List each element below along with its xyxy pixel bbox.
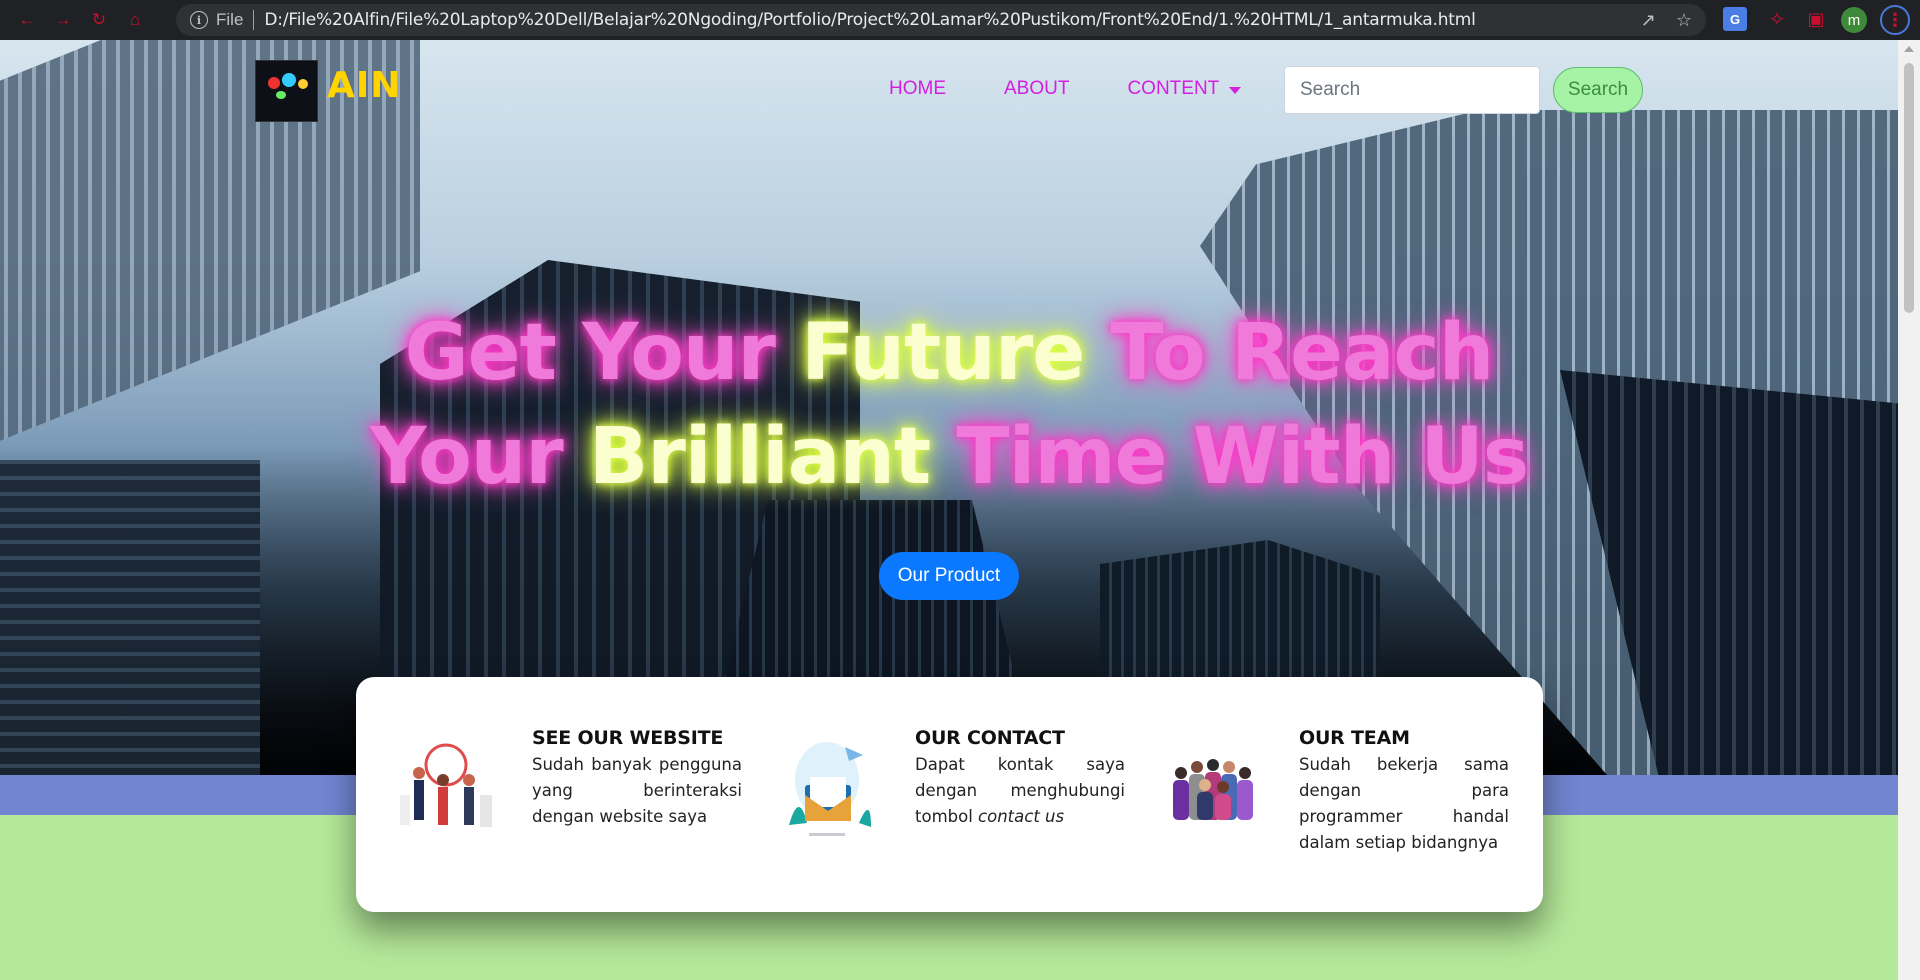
feature-title: OUR CONTACT: [915, 727, 1065, 749]
site-logo[interactable]: [255, 60, 318, 122]
hero-section: AIN HOME ABOUT CONTENT Search Get Your F…: [0, 40, 1898, 775]
feature-description: Dapat kontak saya dengan menghubungi tom…: [915, 752, 1125, 830]
nav-about-label: ABOUT: [1004, 78, 1070, 99]
feature-text: OUR TEAM Sudah bekerja sama dengan para …: [1299, 727, 1509, 856]
search-input[interactable]: [1284, 66, 1540, 114]
info-icon[interactable]: i: [190, 11, 208, 29]
brand-name[interactable]: AIN: [327, 65, 401, 106]
url-text[interactable]: D:/File%20Alfin/File%20Laptop%20Dell/Bel…: [264, 10, 1475, 30]
address-bar[interactable]: i File D:/File%20Alfin/File%20Laptop%20D…: [176, 4, 1706, 36]
file-scheme-label: File: [216, 10, 244, 29]
nav-content-label: CONTENT: [1127, 78, 1220, 99]
feature-description: Sudah banyak pengguna yang berinteraksi …: [532, 755, 742, 826]
hero-headline-line1: Get Your Future To Reach: [0, 308, 1898, 398]
logo-graphic: [268, 77, 280, 89]
envelope-illustration-icon: [789, 742, 871, 836]
feature-text: SEE OUR WEBSITE Sudah banyak pengguna ya…: [532, 727, 742, 830]
browser-toolbar: ← → ↻ ⌂ i File D:/File%20Alfin/File%20La…: [0, 0, 1920, 40]
address-bar-actions: ↗ ☆: [1641, 10, 1692, 31]
team-illustration-icon: [1173, 759, 1253, 820]
back-arrow-icon[interactable]: ←: [14, 7, 40, 33]
nav-about-link[interactable]: ABOUT: [1004, 78, 1069, 100]
browser-menu-icon[interactable]: ⋮: [1880, 5, 1910, 35]
forward-arrow-icon[interactable]: →: [50, 7, 76, 33]
caret-down-icon: [1229, 86, 1242, 94]
headline-segment: Get Your: [404, 308, 776, 398]
headline-segment: To Reach: [1110, 308, 1494, 398]
feature-title: OUR TEAM: [1299, 727, 1410, 749]
site-navbar: AIN HOME ABOUT CONTENT Search: [0, 40, 1898, 140]
nav-home-link[interactable]: HOME: [889, 78, 946, 100]
browser-nav-buttons: ← → ↻ ⌂: [0, 7, 170, 33]
contact-us-link[interactable]: contact us: [978, 807, 1064, 826]
search-button[interactable]: Search: [1553, 67, 1643, 113]
scrollbar-thumb[interactable]: [1904, 63, 1914, 313]
address-separator: [253, 10, 255, 30]
headline-segment: Future: [801, 308, 1085, 398]
headline-segment: Brilliant: [588, 412, 931, 502]
nav-home-label: HOME: [889, 78, 946, 99]
extension-square-icon[interactable]: ▣: [1804, 7, 1828, 31]
headline-segment: Your: [369, 412, 564, 502]
reload-icon[interactable]: ↻: [86, 7, 112, 33]
extension-puzzle-icon[interactable]: ✧: [1765, 7, 1789, 31]
scroll-up-arrow-icon[interactable]: [1904, 46, 1914, 52]
nav-content-dropdown[interactable]: CONTENT: [1127, 78, 1242, 100]
features-card: SEE OUR WEBSITE Sudah banyak pengguna ya…: [356, 677, 1543, 912]
logo-graphic: [282, 73, 296, 87]
background-building: [0, 460, 260, 775]
profile-avatar[interactable]: m: [1841, 7, 1867, 33]
headline-segment: Time With Us: [956, 412, 1529, 502]
our-product-button[interactable]: Our Product: [879, 552, 1019, 600]
feature-description: Sudah bekerja sama dengan para programme…: [1299, 755, 1509, 852]
bookmark-star-icon[interactable]: ☆: [1676, 10, 1692, 31]
hero-headline-line2: Your Brilliant Time With Us: [0, 412, 1898, 502]
feature-title: SEE OUR WEBSITE: [532, 727, 724, 749]
main-menu: HOME ABOUT CONTENT: [889, 78, 1242, 100]
feature-text: OUR CONTACT Dapat kontak saya dengan men…: [915, 727, 1125, 830]
logo-graphic: [298, 79, 308, 89]
people-illustration-icon: [400, 743, 492, 827]
home-icon[interactable]: ⌂: [122, 7, 148, 33]
share-icon[interactable]: ↗: [1641, 10, 1656, 31]
logo-graphic: [276, 91, 286, 99]
translate-extension-icon[interactable]: G: [1723, 7, 1747, 31]
page-scrollbar[interactable]: [1898, 40, 1920, 980]
